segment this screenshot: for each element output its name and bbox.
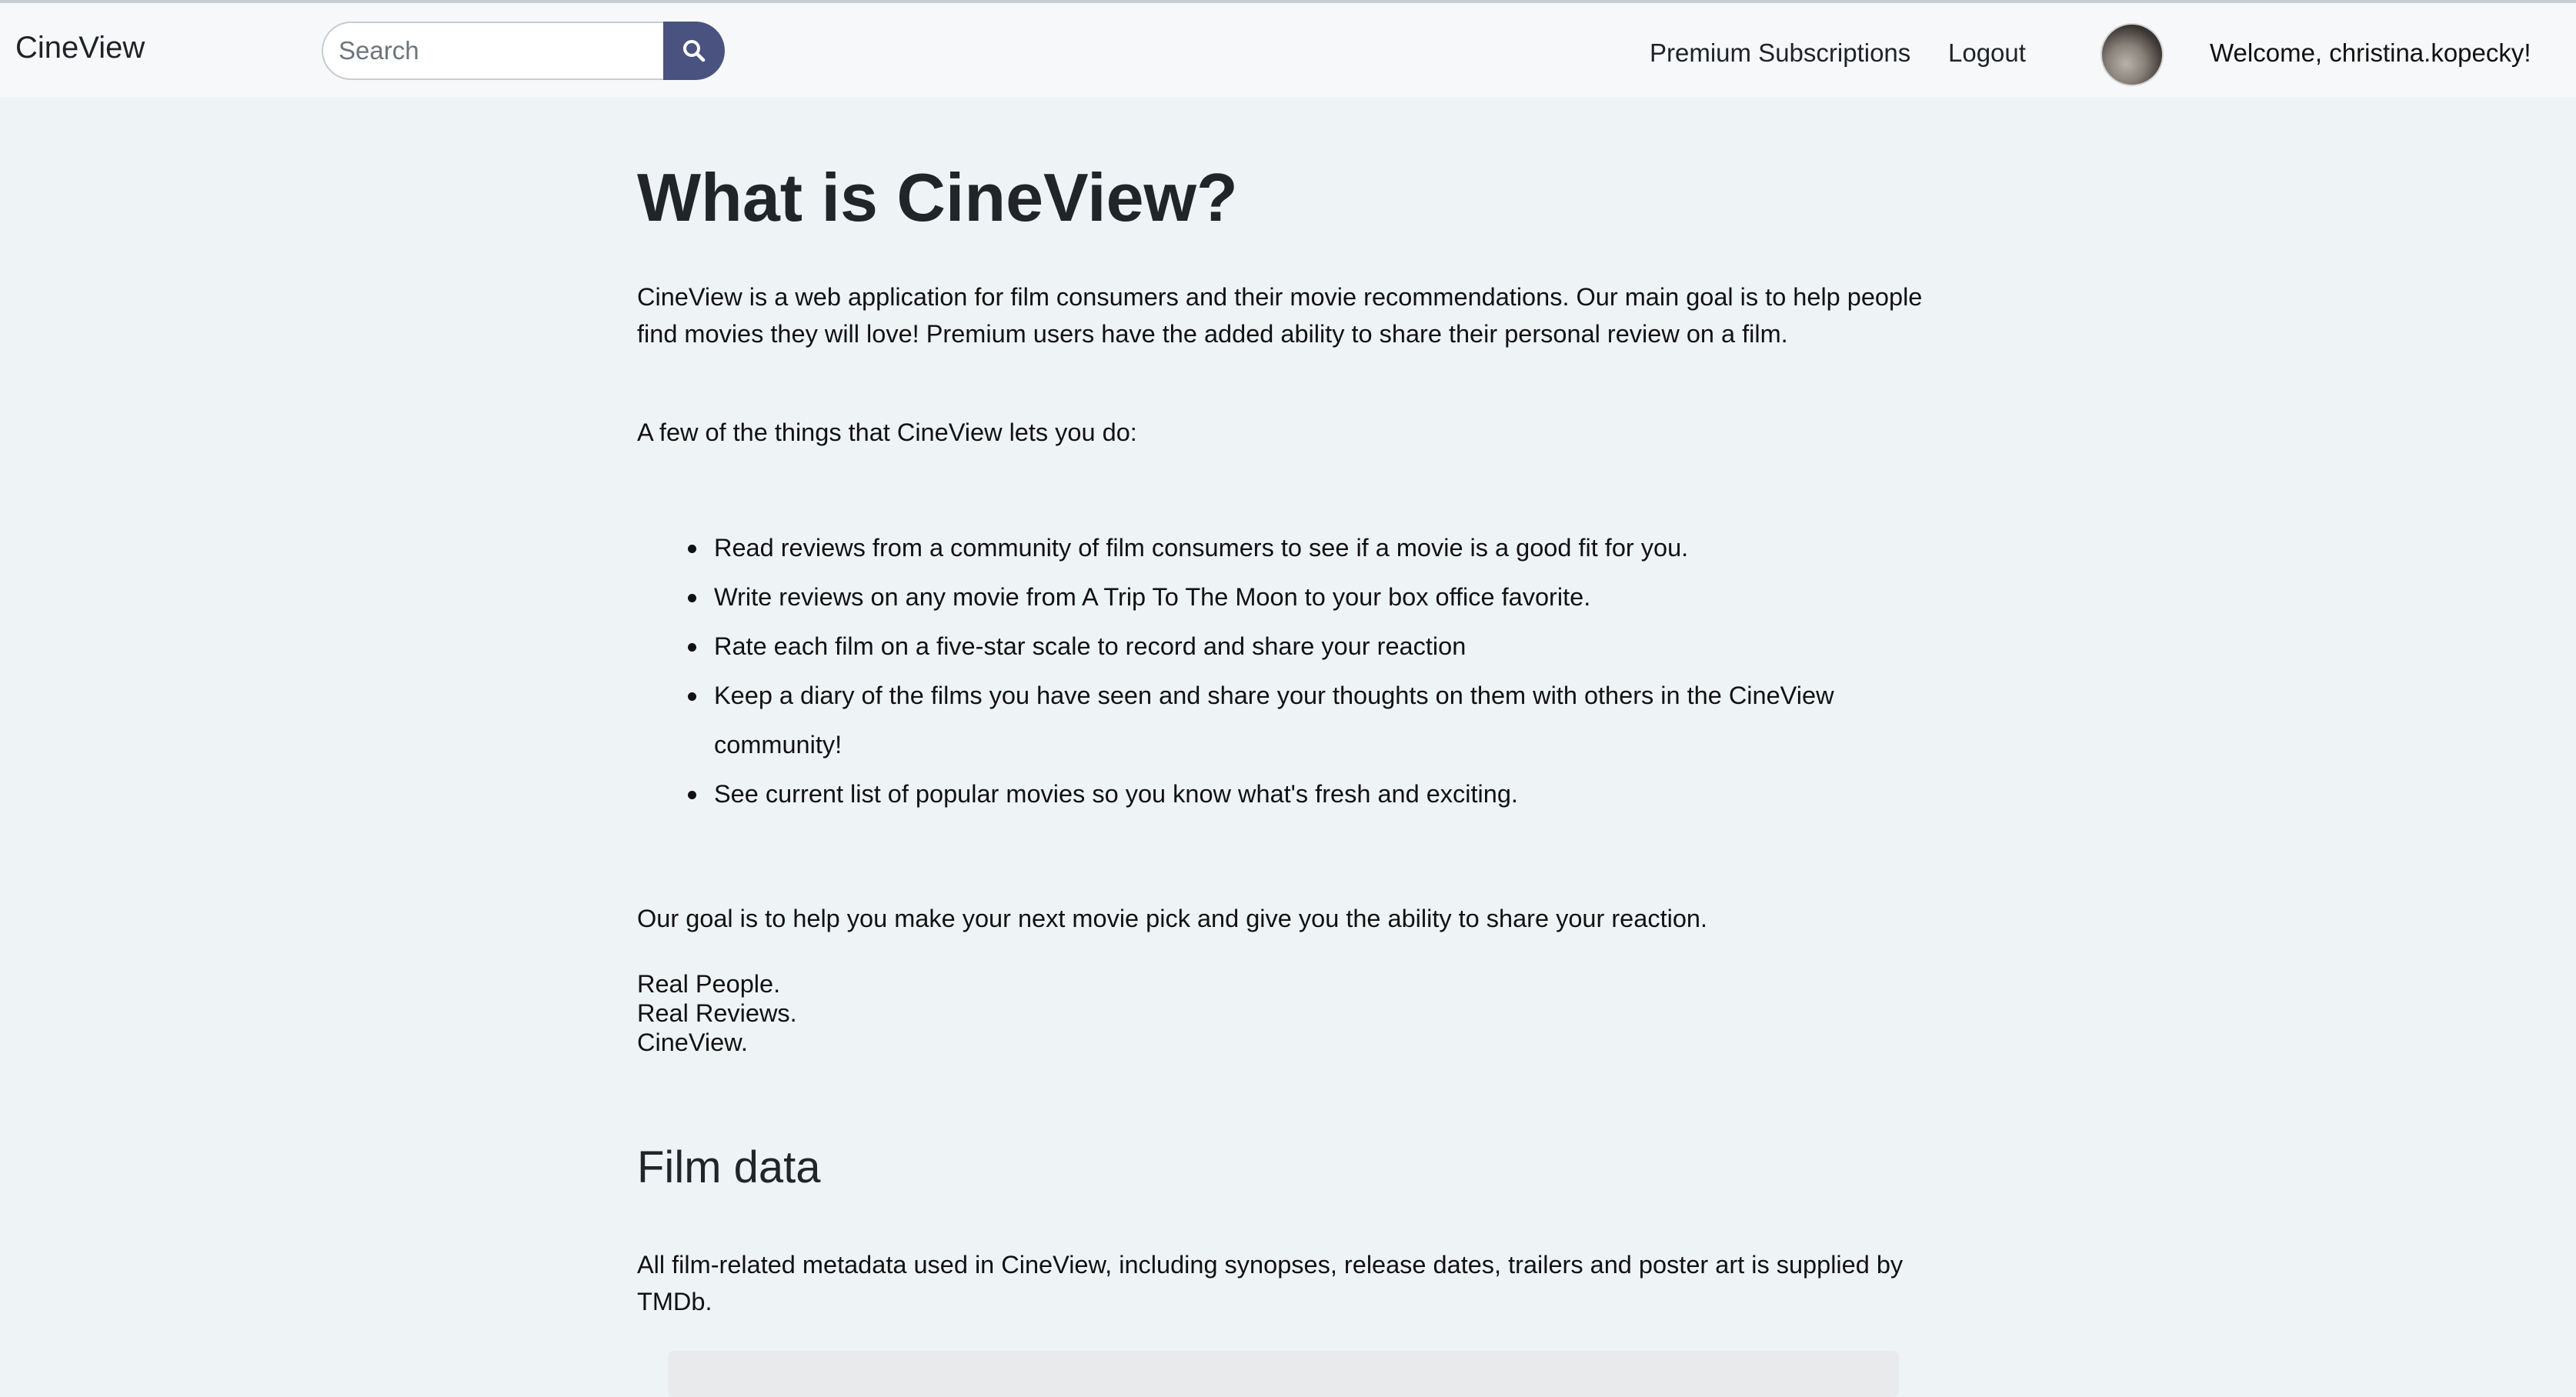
list-item: See current list of popular movies so yo… <box>637 769 1837 819</box>
film-data-paragraph: All film-related metadata used in CineVi… <box>637 1246 1914 1320</box>
tagline-line: Real People. <box>637 970 781 998</box>
film-data-line: All film-related metadata used in CineVi… <box>637 1251 1904 1279</box>
brand-logo[interactable]: CineView <box>15 31 145 65</box>
logout-link[interactable]: Logout <box>1948 38 2026 68</box>
intro-paragraph: CineView is a web application for film c… <box>637 278 1923 352</box>
premium-subscriptions-link[interactable]: Premium Subscriptions <box>1650 38 1910 68</box>
list-item: Read reviews from a community of film co… <box>637 523 1837 572</box>
feature-list: Read reviews from a community of film co… <box>637 523 1837 819</box>
search-input[interactable] <box>322 22 665 80</box>
search-button[interactable] <box>663 22 725 80</box>
tagline: Real People. Real Reviews. CineView. <box>637 969 797 1057</box>
avatar[interactable] <box>2101 23 2164 86</box>
navbar: CineView Premium Subscriptions Logout We… <box>0 3 2576 97</box>
search-form <box>322 22 725 80</box>
welcome-message: Welcome, christina.kopecky! <box>2210 38 2531 67</box>
tagline-line: CineView. <box>637 1029 748 1056</box>
tagline-line: Real Reviews. <box>637 999 797 1027</box>
list-item: Rate each film on a five-star scale to r… <box>637 622 1837 671</box>
page-title: What is CineView? <box>637 159 1238 235</box>
list-item-continuation: community! <box>714 731 843 759</box>
things-intro: A few of the things that CineView lets y… <box>637 418 1137 446</box>
intro-line: find movies they will love! Premium user… <box>637 320 1788 348</box>
film-data-heading: Film data <box>637 1142 821 1192</box>
list-item: Keep a diary of the films you have seen … <box>637 671 1837 720</box>
tmdb-attribution-box <box>668 1351 1899 1397</box>
goal-paragraph: Our goal is to help you make your next m… <box>637 905 1708 932</box>
list-item: Write reviews on any movie from A Trip T… <box>637 572 1837 622</box>
search-icon <box>683 40 706 62</box>
intro-line: CineView is a web application for film c… <box>637 283 1923 311</box>
film-data-line: TMDb. <box>637 1288 712 1315</box>
